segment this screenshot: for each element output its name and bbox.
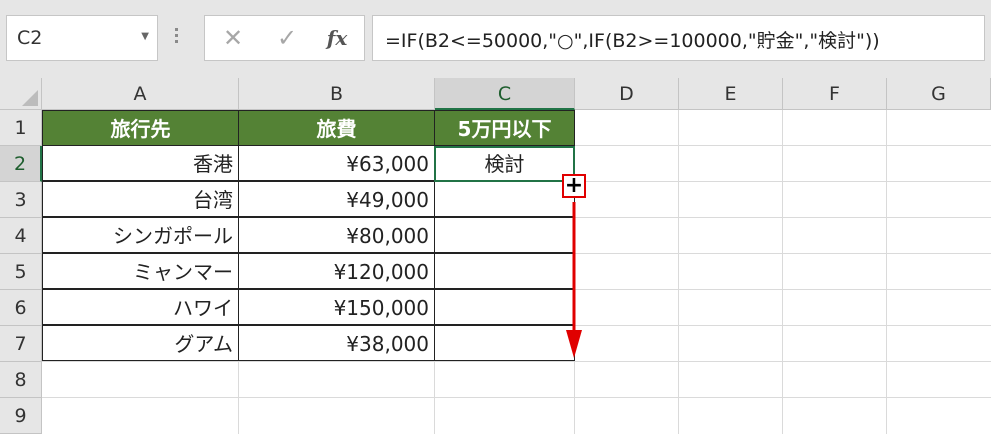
table-header-destination[interactable]: 旅行先 [42, 110, 239, 146]
cancel-icon[interactable]: ✕ [213, 22, 253, 54]
column-header-f[interactable]: F [783, 78, 887, 110]
table-cell[interactable]: 台湾 [42, 181, 239, 217]
column-header-d[interactable]: D [575, 78, 679, 110]
row-header-1[interactable]: 1 [0, 110, 42, 146]
table-cell[interactable]: ¥38,000 [238, 325, 435, 361]
row-header-3[interactable]: 3 [0, 182, 42, 218]
name-box-value: C2 [17, 27, 43, 49]
fill-handle-cursor-icon[interactable]: + [562, 174, 586, 198]
gridline [42, 397, 991, 398]
table-cell[interactable] [434, 253, 575, 289]
row-header-6[interactable]: 6 [0, 290, 42, 326]
column-header-b[interactable]: B [239, 78, 435, 110]
table-cell[interactable]: シンガポール [42, 217, 239, 253]
table-cell[interactable] [434, 289, 575, 325]
gridline [42, 361, 991, 362]
row-header-4[interactable]: 4 [0, 218, 42, 254]
column-header-e[interactable]: E [679, 78, 783, 110]
table-cell[interactable]: ハワイ [42, 289, 239, 325]
row-header-2[interactable]: 2 [0, 146, 42, 182]
table-cell[interactable]: ¥63,000 [238, 145, 435, 181]
formula-bar-area: C2 ▼ ✕ ✓ fx =IF(B2<=50000,"○",IF(B2>=100… [0, 0, 991, 78]
row-header-7[interactable]: 7 [0, 326, 42, 362]
table-cell[interactable]: グアム [42, 325, 239, 361]
table-header-cost[interactable]: 旅費 [238, 110, 435, 146]
insert-function-icon[interactable]: fx [317, 22, 357, 54]
table-cell[interactable]: ¥49,000 [238, 181, 435, 217]
gridline [782, 110, 783, 434]
column-header-c[interactable]: C [435, 78, 575, 110]
formula-buttons: ✕ ✓ fx [204, 15, 365, 61]
column-header-g[interactable]: G [887, 78, 991, 110]
name-box[interactable]: C2 ▼ [6, 15, 158, 61]
formula-text: =IF(B2<=50000,"○",IF(B2>=100000,"貯金","検討… [385, 30, 880, 52]
row-header-8[interactable]: 8 [0, 362, 42, 398]
grip-dots-icon[interactable] [175, 28, 178, 48]
table-cell[interactable]: ミャンマー [42, 253, 239, 289]
gridline [678, 110, 679, 434]
row-header-5[interactable]: 5 [0, 254, 42, 290]
formula-input[interactable]: =IF(B2<=50000,"○",IF(B2>=100000,"貯金","検討… [372, 15, 985, 61]
column-header-a[interactable]: A [42, 78, 239, 110]
active-cell-border [434, 146, 575, 182]
table-cell[interactable] [434, 217, 575, 253]
table-cell[interactable]: ¥120,000 [238, 253, 435, 289]
table-cell[interactable] [434, 181, 575, 217]
table-header-under-50k[interactable]: 5万円以下 [434, 110, 575, 146]
worksheet-grid: A B C D E F G 1 2 3 4 5 6 7 8 9 旅行先 旅費 5… [0, 78, 991, 434]
row-header-9[interactable]: 9 [0, 398, 42, 434]
gridline [886, 110, 887, 434]
table-cell[interactable]: ¥150,000 [238, 289, 435, 325]
enter-icon[interactable]: ✓ [267, 22, 307, 54]
table-cell[interactable]: ¥80,000 [238, 217, 435, 253]
table-cell[interactable]: 香港 [42, 145, 239, 181]
select-all-button[interactable] [0, 78, 42, 110]
table-cell[interactable] [434, 325, 575, 361]
arrow-down-icon [566, 202, 582, 358]
chevron-down-icon[interactable]: ▼ [141, 31, 149, 42]
